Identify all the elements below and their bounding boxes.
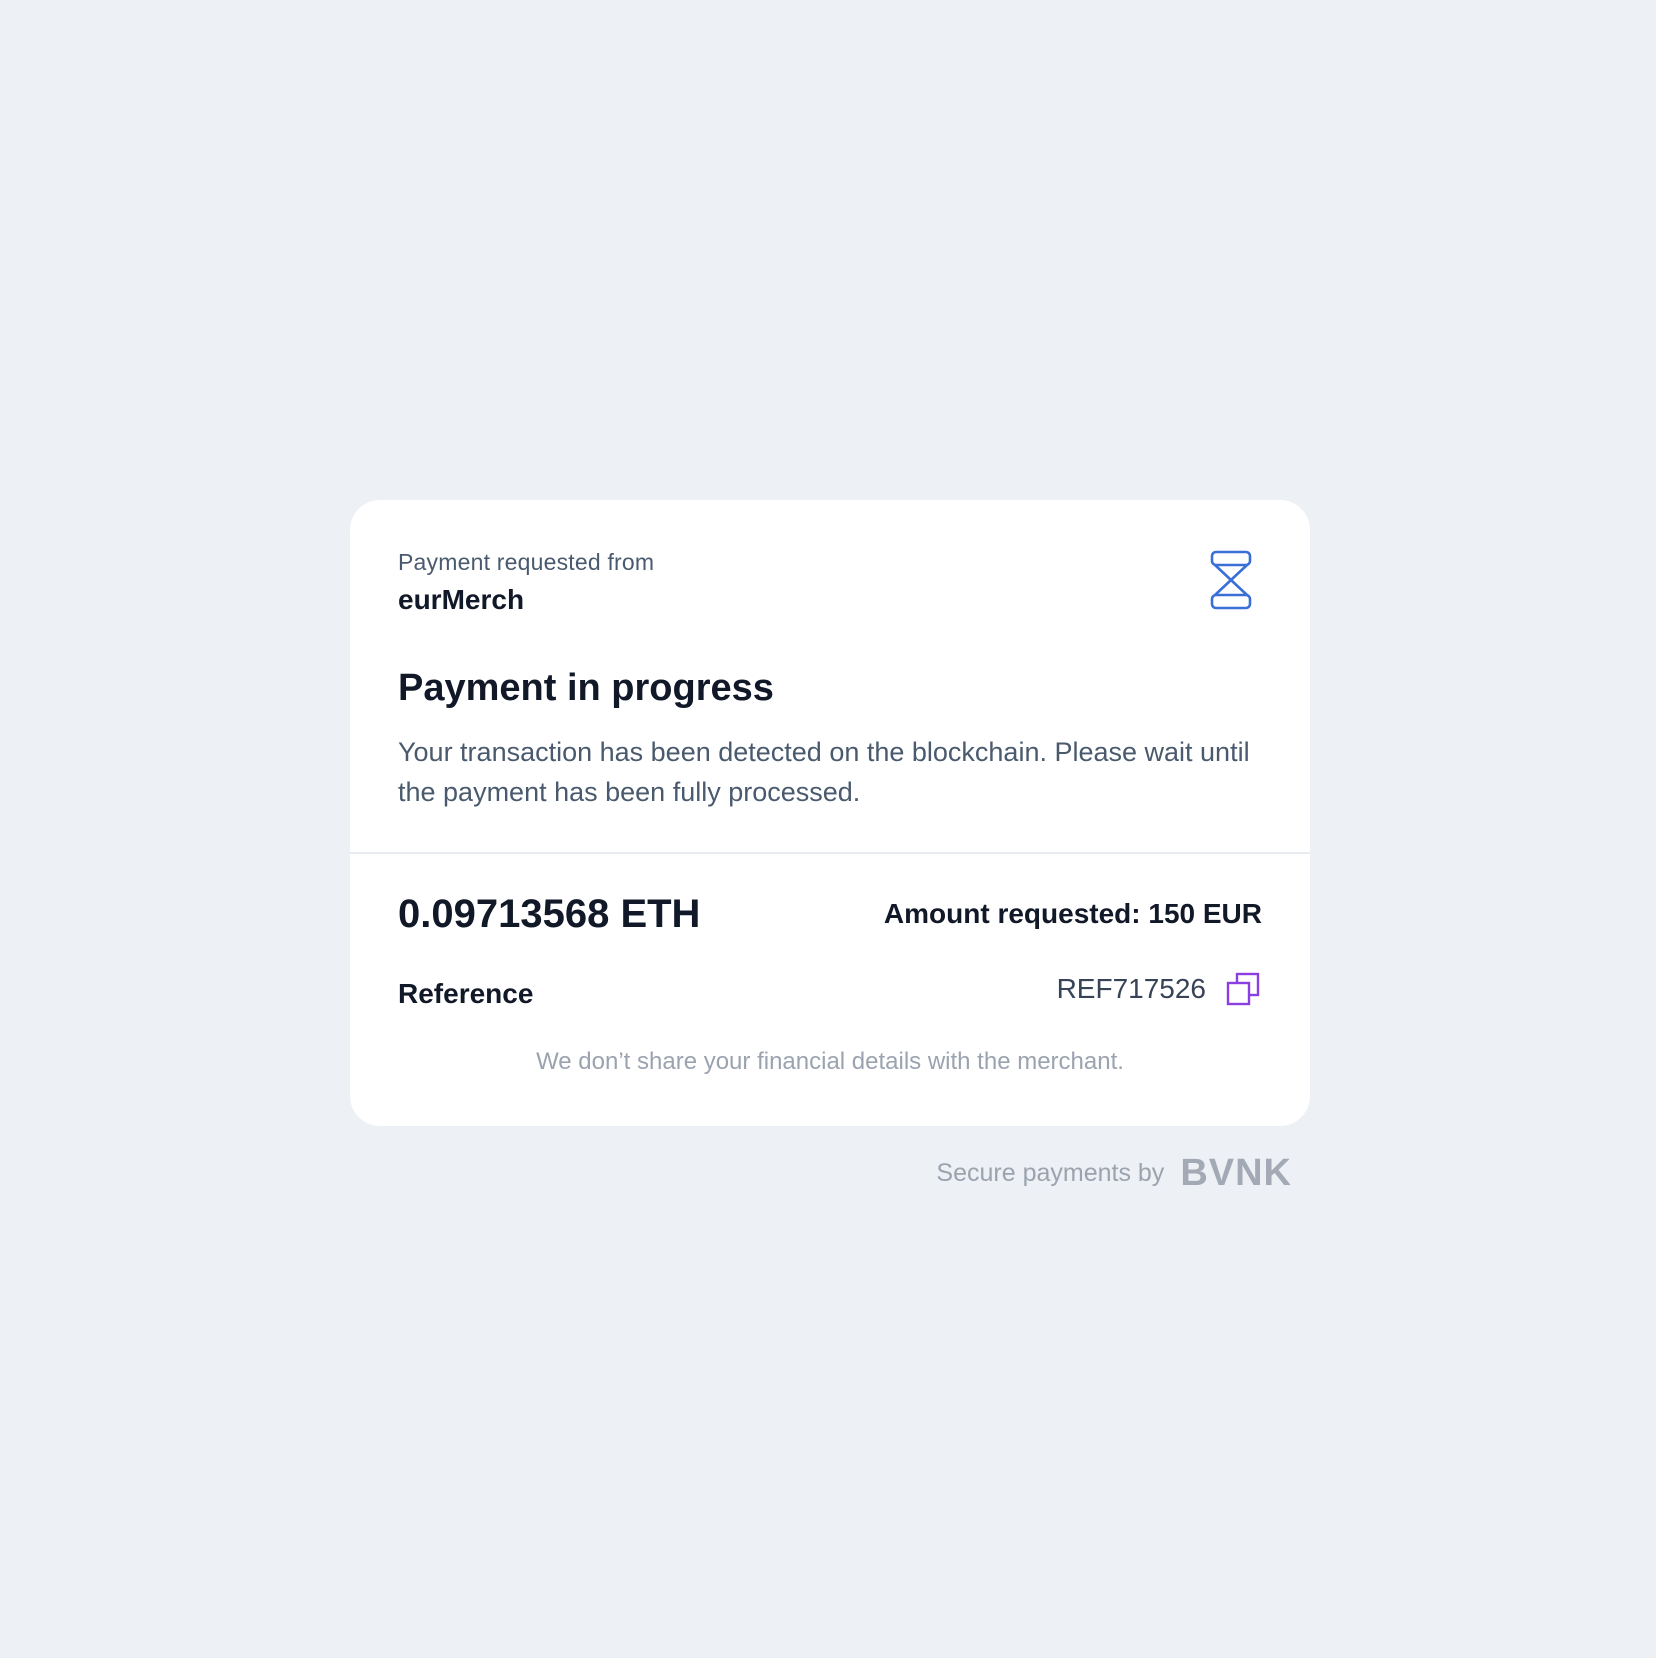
secure-payments-text: Secure payments by [936,1159,1165,1187]
reference-row: REF717526 [1057,972,1260,1006]
copy-icon[interactable] [1226,972,1260,1006]
hourglass-icon [1210,550,1252,610]
reference-label: Reference [398,978,534,1009]
amount-requested: Amount requested: 150 EUR [883,898,1262,929]
divider [350,852,1310,854]
privacy-note: We don’t share your financial details wi… [536,1048,1124,1075]
footer: Secure payments by BVNK [936,1152,1292,1195]
payment-card: Payment requested from eurMerch Payment … [350,500,1310,1126]
status-description: Your transaction has been detected on th… [398,737,1250,807]
requested-from-label: Payment requested from [398,549,655,575]
crypto-amount: 0.09713568 ETH [398,892,701,936]
reference-value: REF717526 [1056,973,1206,1004]
merchant-name: eurMerch [398,584,525,615]
brand-logo[interactable]: BVNK [1180,1152,1292,1195]
status-title: Payment in progress [398,667,774,709]
